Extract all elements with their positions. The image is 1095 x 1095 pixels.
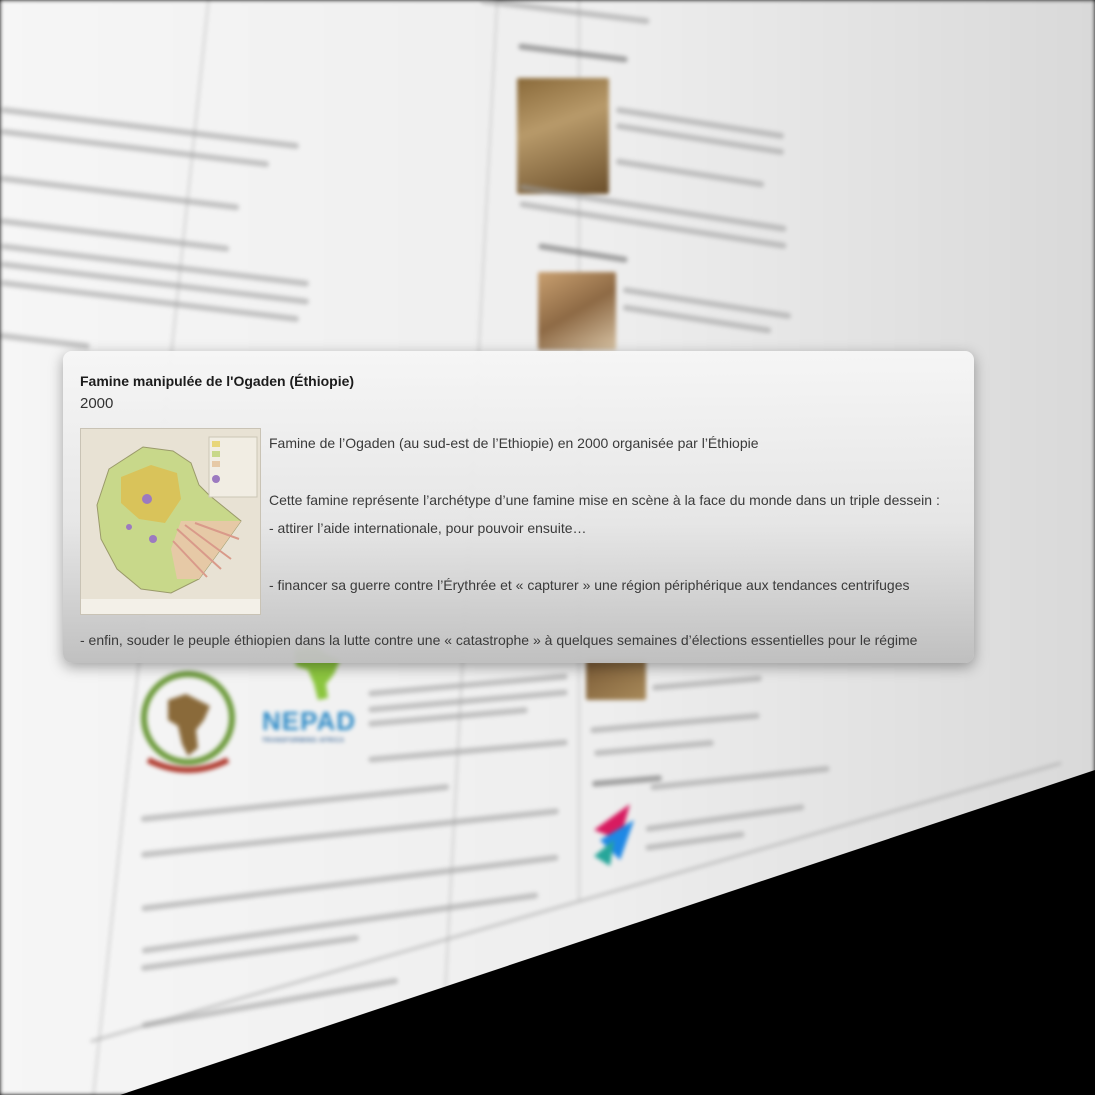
popup-paragraph-3: - attirer l’aide internationale, pour po… xyxy=(269,520,587,536)
text-line xyxy=(141,977,399,1029)
article-photo xyxy=(517,78,609,194)
text-line xyxy=(140,934,360,972)
popup-paragraph-2: Cette famine représente l’archétype d’un… xyxy=(269,492,940,508)
text-line xyxy=(0,175,240,211)
text-line xyxy=(590,712,760,734)
event-popup[interactable]: Famine manipulée de l'Ogaden (Éthiopie) … xyxy=(63,351,974,663)
article-photo xyxy=(586,660,646,700)
popup-paragraph-1: Famine de l’Ogaden (au sud-est de l’Ethi… xyxy=(269,435,759,451)
text-line xyxy=(538,242,628,264)
map-image xyxy=(81,429,260,614)
african-union-logo xyxy=(141,671,235,773)
text-line xyxy=(615,158,765,188)
text-line xyxy=(368,739,568,763)
text-line xyxy=(0,332,91,350)
nepad-tagline: TRANSFORMING AFRICA xyxy=(262,738,345,744)
text-line xyxy=(480,0,650,25)
text-line xyxy=(645,803,805,833)
text-line xyxy=(140,783,450,823)
text-line xyxy=(651,675,763,691)
popup-title: Famine manipulée de l'Ogaden (Éthiopie) xyxy=(80,373,355,389)
text-line xyxy=(615,122,785,156)
popup-year: 2000 xyxy=(80,395,114,412)
popup-paragraph-5: - enfin, souder le peuple éthiopien dans… xyxy=(80,632,918,648)
text-line xyxy=(518,43,628,63)
text-line xyxy=(615,106,785,140)
text-line xyxy=(645,831,745,851)
text-line xyxy=(0,106,300,150)
timeline-axis xyxy=(90,761,1062,1043)
ethiopia-map-thumbnail[interactable] xyxy=(80,428,261,615)
text-line xyxy=(650,765,830,791)
text-line xyxy=(593,739,715,757)
nepad-wordmark: NEPAD xyxy=(262,706,357,736)
article-photo xyxy=(538,272,616,350)
espace-logo xyxy=(594,804,634,866)
text-line xyxy=(0,279,300,323)
popup-paragraph-4: - financer sa guerre contre l’Érythrée e… xyxy=(269,577,910,593)
